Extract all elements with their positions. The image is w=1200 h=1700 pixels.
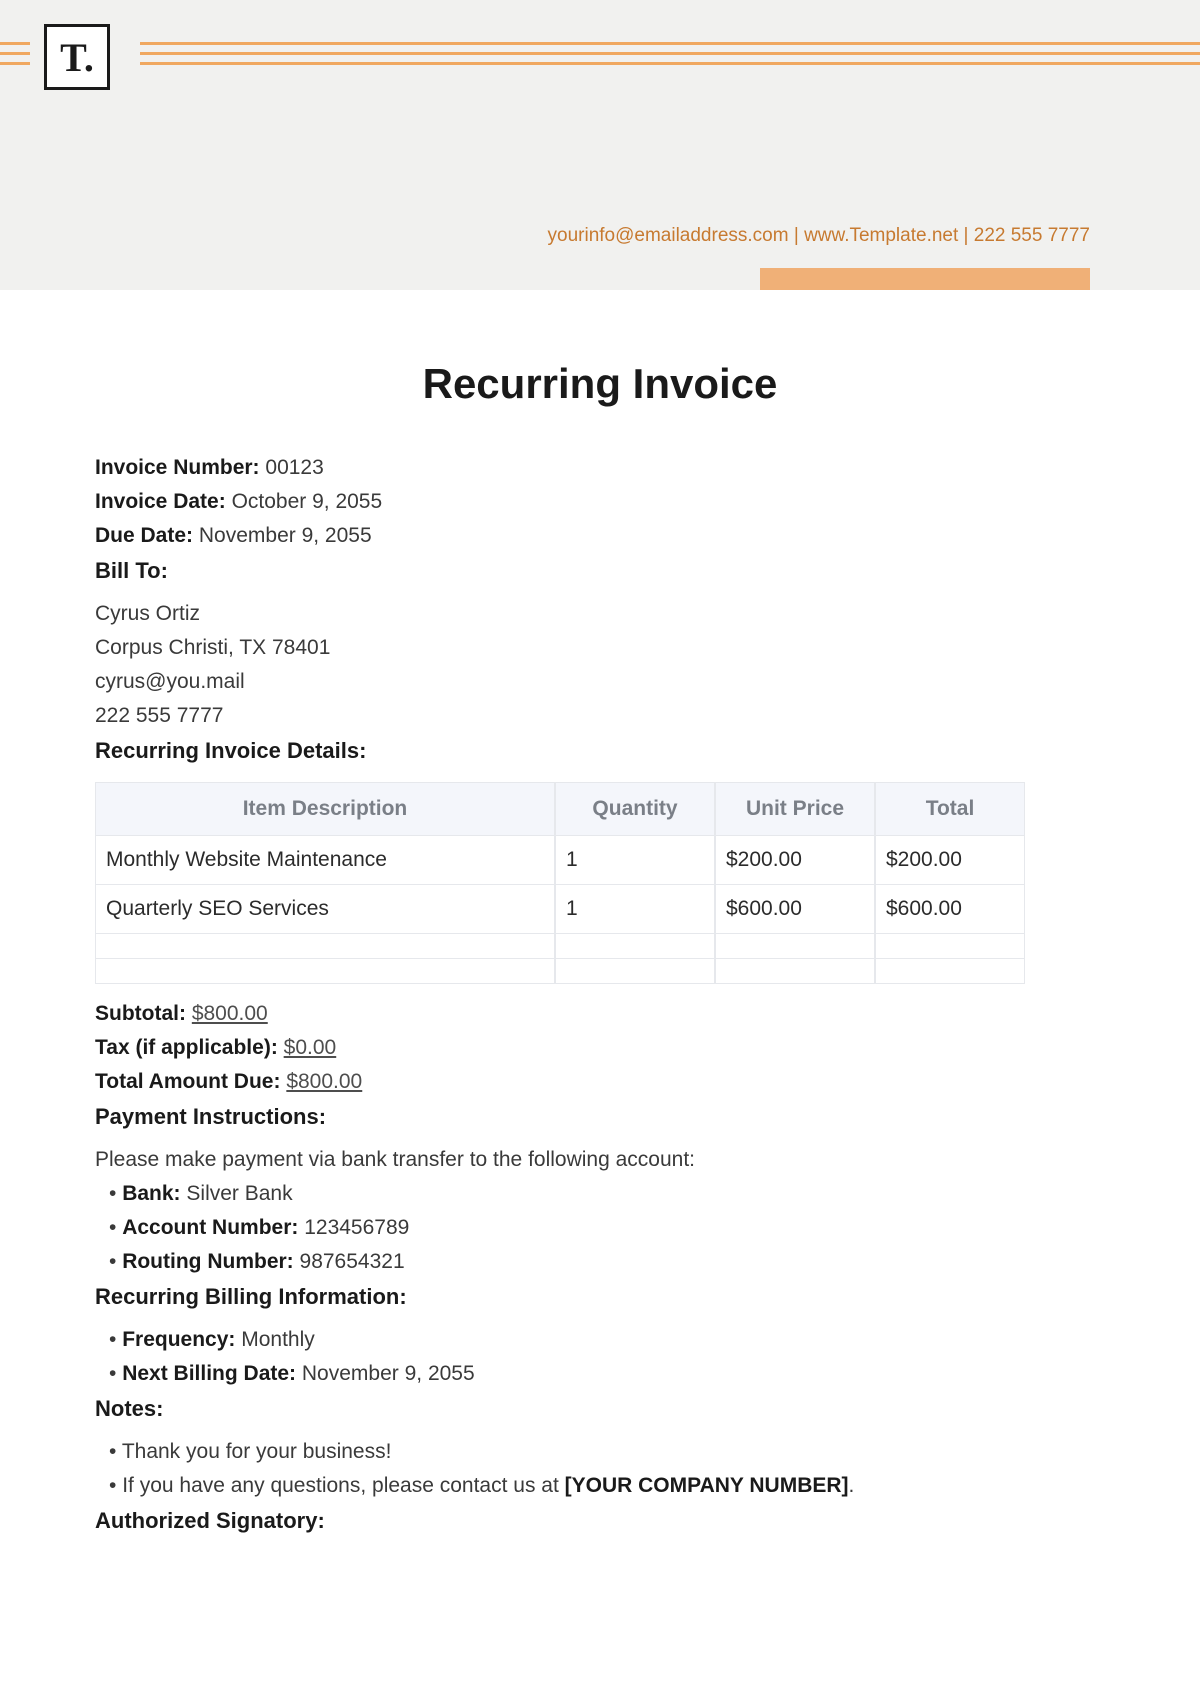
due-date-value: November 9, 2055 <box>199 524 372 547</box>
total-due-label: Total Amount Due: <box>95 1070 280 1093</box>
cell-qty: 1 <box>555 836 715 885</box>
cell-total: $200.00 <box>875 836 1025 885</box>
bill-to-name: Cyrus Ortiz <box>95 602 1105 626</box>
invoice-number-label: Invoice Number: <box>95 456 260 479</box>
payment-intro: Please make payment via bank transfer to… <box>95 1148 1105 1172</box>
col-qty: Quantity <box>555 782 715 836</box>
tax-label: Tax (if applicable): <box>95 1036 278 1059</box>
signatory-heading: Authorized Signatory: <box>95 1508 1105 1534</box>
payment-bank: Bank: Silver Bank <box>95 1182 1105 1206</box>
header-accent-block <box>760 268 1090 290</box>
header-stripes-right <box>140 42 1200 72</box>
cell-unit: $200.00 <box>715 836 875 885</box>
subtotal-value: $800.00 <box>192 1002 268 1025</box>
cell-desc: Monthly Website Maintenance <box>95 836 555 885</box>
header-site: www.Template.net <box>804 225 958 246</box>
bill-to-phone: 222 555 7777 <box>95 704 1105 728</box>
bill-to-heading: Bill To: <box>95 558 1105 584</box>
items-table: Item Description Quantity Unit Price Tot… <box>95 782 1025 984</box>
invoice-date-value: October 9, 2055 <box>232 490 383 513</box>
invoice-number-line: Invoice Number: 00123 <box>95 456 1105 480</box>
cell-desc: Quarterly SEO Services <box>95 885 555 934</box>
recurring-frequency: Frequency: Monthly <box>95 1328 1105 1352</box>
recurring-next-date: Next Billing Date: November 9, 2055 <box>95 1362 1105 1386</box>
recurring-heading: Recurring Billing Information: <box>95 1284 1105 1310</box>
details-heading: Recurring Invoice Details: <box>95 738 1105 764</box>
payment-account: Account Number: 123456789 <box>95 1216 1105 1240</box>
total-due-line: Total Amount Due: $800.00 <box>95 1070 1105 1094</box>
logo-text: T. <box>60 34 94 81</box>
total-due-value: $800.00 <box>286 1070 362 1093</box>
cell-qty: 1 <box>555 885 715 934</box>
tax-line: Tax (if applicable): $0.00 <box>95 1036 1105 1060</box>
cell-total: $600.00 <box>875 885 1025 934</box>
col-desc: Item Description <box>95 782 555 836</box>
note-1: Thank you for your business! <box>95 1440 1105 1464</box>
table-row: Monthly Website Maintenance 1 $200.00 $2… <box>95 836 1025 885</box>
due-date-line: Due Date: November 9, 2055 <box>95 524 1105 548</box>
table-empty-row <box>95 934 1025 959</box>
notes-heading: Notes: <box>95 1396 1105 1422</box>
page-title: Recurring Invoice <box>95 360 1105 408</box>
payment-heading: Payment Instructions: <box>95 1104 1105 1130</box>
header-phone: 222 555 7777 <box>974 225 1090 246</box>
subtotal-label: Subtotal: <box>95 1002 186 1025</box>
table-empty-row <box>95 959 1025 984</box>
bill-to-email: cyrus@you.mail <box>95 670 1105 694</box>
invoice-date-line: Invoice Date: October 9, 2055 <box>95 490 1105 514</box>
col-total: Total <box>875 782 1025 836</box>
bill-to-address: Corpus Christi, TX 78401 <box>95 636 1105 660</box>
table-header-row: Item Description Quantity Unit Price Tot… <box>95 782 1025 836</box>
col-unit: Unit Price <box>715 782 875 836</box>
note-2: If you have any questions, please contac… <box>95 1474 1105 1498</box>
payment-routing: Routing Number: 987654321 <box>95 1250 1105 1274</box>
invoice-date-label: Invoice Date: <box>95 490 226 513</box>
cell-unit: $600.00 <box>715 885 875 934</box>
document-body: Recurring Invoice Invoice Number: 00123 … <box>0 290 1200 1534</box>
logo: T. <box>44 24 110 90</box>
table-row: Quarterly SEO Services 1 $600.00 $600.00 <box>95 885 1025 934</box>
header-stripes-left <box>0 42 30 72</box>
header-email: yourinfo@emailaddress.com <box>548 225 789 246</box>
invoice-number-value: 00123 <box>265 456 323 479</box>
subtotal-line: Subtotal: $800.00 <box>95 1002 1105 1026</box>
due-date-label: Due Date: <box>95 524 193 547</box>
header-contact: yourinfo@emailaddress.com | www.Template… <box>548 225 1090 247</box>
header-banner: T. yourinfo@emailaddress.com | www.Templ… <box>0 0 1200 290</box>
tax-value: $0.00 <box>284 1036 337 1059</box>
company-number-placeholder: [YOUR COMPANY NUMBER] <box>565 1474 849 1497</box>
